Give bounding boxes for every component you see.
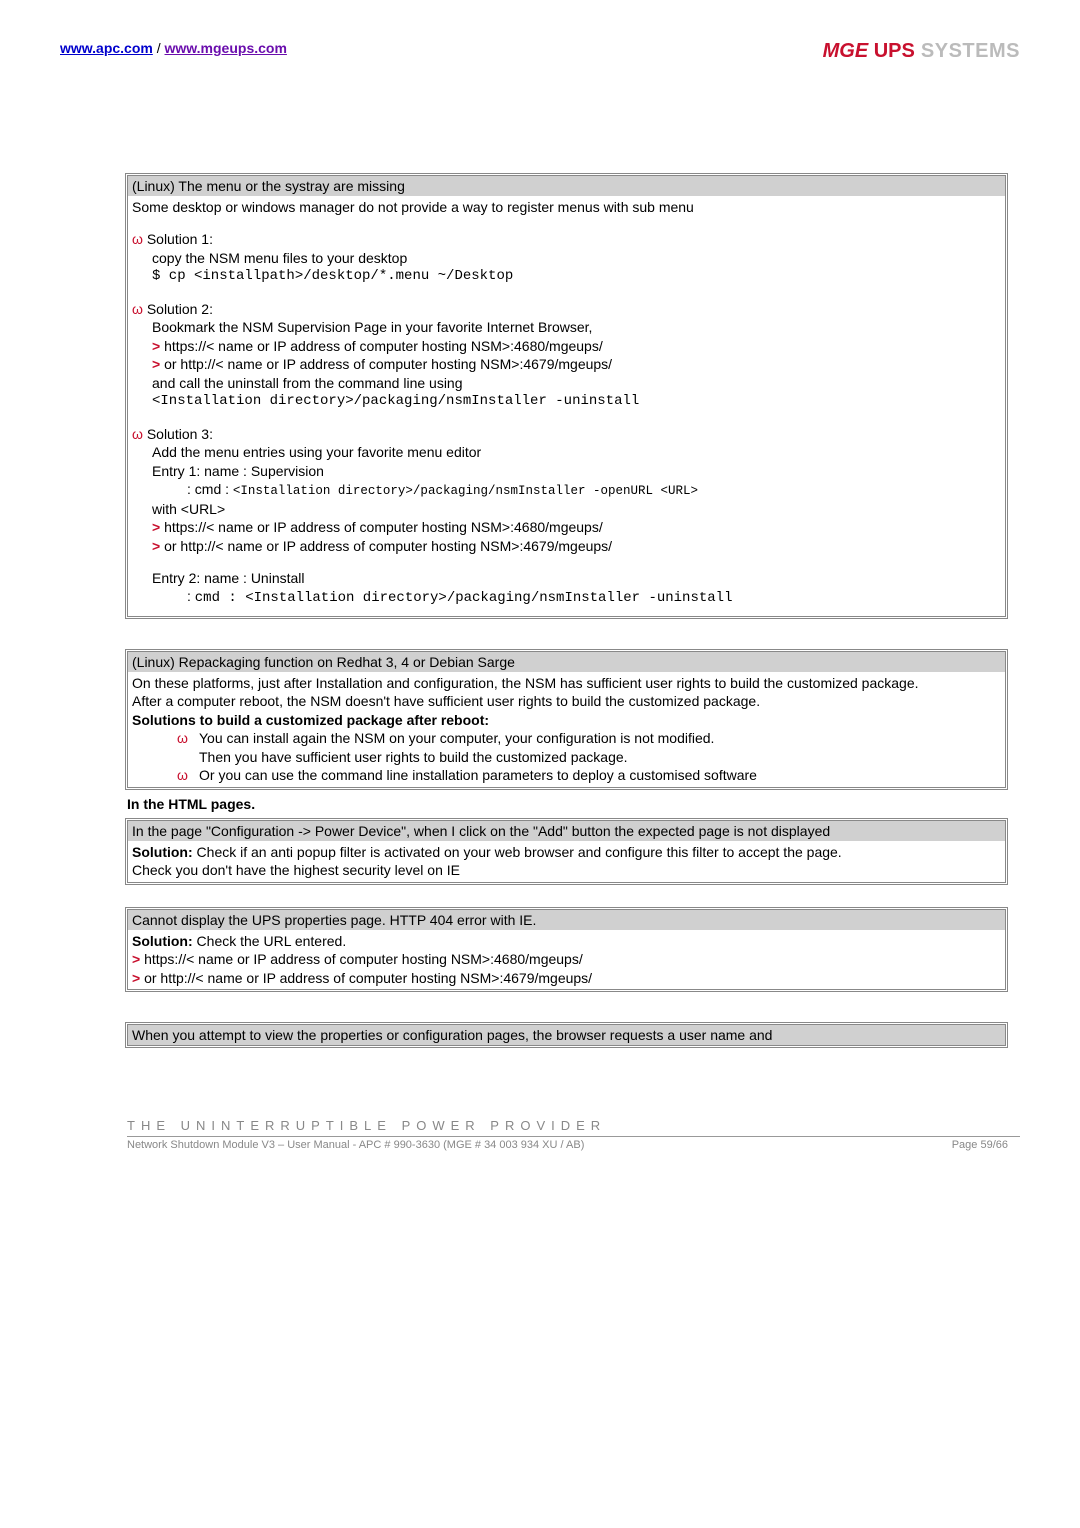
page-header: www.apc.com / www.mgeups.com MGE UPS SYS…	[60, 40, 1020, 63]
box4-l2: > https://< name or IP address of comput…	[132, 950, 1001, 968]
sol3-label: ω Solution 3:	[132, 425, 1001, 443]
box1-header: (Linux) The menu or the systray are miss…	[128, 176, 1005, 196]
chevron-right-icon: >	[152, 356, 160, 372]
sol3-l1: Add the menu entries using your favorite…	[132, 443, 1001, 461]
footer-left: Network Shutdown Module V3 – User Manual…	[127, 1139, 584, 1151]
section-html-pages: In the HTML pages.	[127, 796, 1020, 812]
footer-page: Page 59/66	[952, 1139, 1008, 1151]
sol3-l3: : cmd : <Installation directory>/packagi…	[132, 480, 1001, 500]
sol1-label: ω Solution 1:	[132, 230, 1001, 248]
sol3-l6: > or http://< name or IP address of comp…	[132, 537, 1001, 555]
box-linux-menu-missing: (Linux) The menu or the systray are miss…	[125, 173, 1008, 619]
link-sep: /	[153, 40, 165, 56]
box2-li2: Or you can use the command line installa…	[177, 766, 1001, 784]
box4-header: Cannot display the UPS properties page. …	[128, 910, 1005, 930]
page-footer: THE UNINTERRUPTIBLE POWER PROVIDER Netwo…	[60, 1118, 1020, 1151]
sol2-l1: Bookmark the NSM Supervision Page in you…	[132, 318, 1001, 336]
sol3-l7: Entry 2: name : Uninstall	[132, 569, 1001, 587]
chevron-right-icon: >	[152, 538, 160, 554]
box2-body: On these platforms, just after Installat…	[128, 672, 1005, 787]
box-add-button-page: In the page "Configuration -> Power Devi…	[125, 818, 1008, 885]
logo-mge: MGE	[823, 40, 869, 62]
box2-li1b: Then you have sufficient user rights to …	[177, 748, 1001, 766]
link-mgeups[interactable]: www.mgeups.com	[165, 40, 287, 56]
sol3-l2: Entry 1: name : Supervision	[132, 462, 1001, 480]
box3-l2: Check you don't have the highest securit…	[132, 861, 1001, 879]
box3-header: In the page "Configuration -> Power Devi…	[128, 821, 1005, 841]
sol3-l4: with <URL>	[132, 500, 1001, 518]
header-links: www.apc.com / www.mgeups.com	[60, 40, 287, 56]
sol3-l8: : cmd : <Installation directory>/packagi…	[132, 587, 1001, 607]
box3-sol: Solution: Check if an anti popup filter …	[132, 843, 1001, 861]
sol2-l2: > https://< name or IP address of comput…	[132, 337, 1001, 355]
logo-ups: UPS	[868, 40, 915, 62]
box-auth-prompt: When you attempt to view the properties …	[125, 1022, 1008, 1048]
chevron-right-icon: >	[132, 951, 140, 967]
box4-sol: Solution: Check the URL entered.	[132, 932, 1001, 950]
box-linux-repackaging: (Linux) Repackaging function on Redhat 3…	[125, 649, 1008, 790]
sol2-l3: > or http://< name or IP address of comp…	[132, 355, 1001, 373]
sol3-l5: > https://< name or IP address of comput…	[132, 518, 1001, 536]
footer-line: Network Shutdown Module V3 – User Manual…	[127, 1139, 1020, 1151]
box2-p3: Solutions to build a customized package …	[132, 711, 1001, 729]
box1-body: Some desktop or windows manager do not p…	[128, 196, 1005, 616]
sol1-l2: $ cp <installpath>/desktop/*.menu ~/Desk…	[132, 267, 1001, 285]
chevron-right-icon: >	[152, 519, 160, 535]
box4-l3: > or http://< name or IP address of comp…	[132, 969, 1001, 987]
logo: MGE UPS SYSTEMS	[823, 40, 1020, 63]
box5-header: When you attempt to view the properties …	[128, 1025, 1005, 1045]
sol2-l5: <Installation directory>/packaging/nsmIn…	[132, 392, 1001, 410]
box3-body: Solution: Check if an anti popup filter …	[128, 841, 1005, 882]
omega-icon: ω	[132, 426, 143, 442]
sol2-label: ω Solution 2:	[132, 300, 1001, 318]
box2-p2: After a computer reboot, the NSM doesn't…	[132, 692, 1001, 710]
logo-systems: SYSTEMS	[915, 40, 1020, 62]
link-apc[interactable]: www.apc.com	[60, 40, 153, 56]
omega-icon: ω	[132, 231, 143, 247]
box2-p1: On these platforms, just after Installat…	[132, 674, 1001, 692]
box4-body: Solution: Check the URL entered. > https…	[128, 930, 1005, 989]
footer-tagline: THE UNINTERRUPTIBLE POWER PROVIDER	[127, 1118, 1020, 1133]
chevron-right-icon: >	[132, 970, 140, 986]
sol1-l1: copy the NSM menu files to your desktop	[132, 249, 1001, 267]
box2-list: You can install again the NSM on your co…	[132, 729, 1001, 784]
box-http-404: Cannot display the UPS properties page. …	[125, 907, 1008, 992]
footer-divider	[127, 1136, 1020, 1137]
box1-intro: Some desktop or windows manager do not p…	[132, 198, 1001, 216]
sol2-l4: and call the uninstall from the command …	[132, 374, 1001, 392]
box2-li1: You can install again the NSM on your co…	[177, 729, 1001, 747]
chevron-right-icon: >	[152, 338, 160, 354]
box2-header: (Linux) Repackaging function on Redhat 3…	[128, 652, 1005, 672]
omega-icon: ω	[132, 301, 143, 317]
